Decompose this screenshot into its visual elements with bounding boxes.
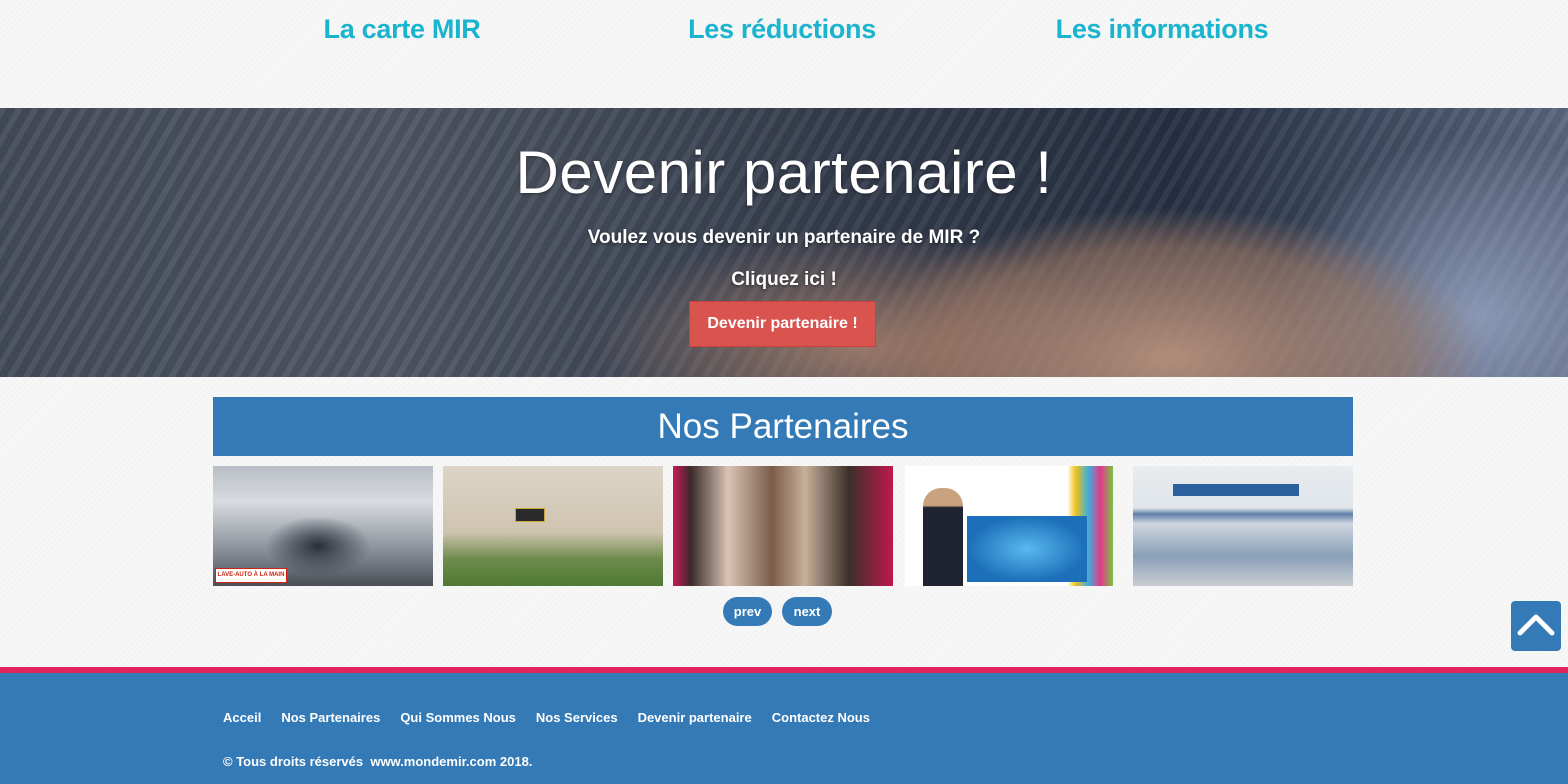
partner-image-hotel[interactable]	[443, 466, 663, 586]
hero-cta-text: Cliquez ici !	[731, 269, 837, 290]
poster-brain-graphic	[967, 516, 1087, 582]
hero-banner: Devenir partenaire ! Voulez vous devenir…	[0, 108, 1568, 377]
footer-nav: Acceil Nos Partenaires Qui Sommes Nous N…	[223, 710, 870, 725]
footer-link-accueil[interactable]: Acceil	[223, 710, 261, 725]
hero-title: Devenir partenaire !	[515, 139, 1053, 206]
footer-link-qui-sommes-nous[interactable]: Qui Sommes Nous	[400, 710, 516, 725]
link-les-informations[interactable]: Les informations	[1056, 14, 1269, 45]
footer-link-partenaires[interactable]: Nos Partenaires	[281, 710, 380, 725]
partner-image-laboratory[interactable]	[1133, 466, 1353, 586]
become-partner-button[interactable]: Devenir partenaire !	[689, 301, 876, 347]
site-footer: Acceil Nos Partenaires Qui Sommes Nous N…	[0, 667, 1568, 784]
hero-subtitle: Voulez vous devenir un partenaire de MIR…	[587, 227, 981, 248]
carousel-next-button[interactable]: next	[782, 597, 832, 626]
partner-image-clothing-store[interactable]	[673, 466, 893, 586]
link-la-carte-mir[interactable]: La carte MIR	[324, 14, 481, 45]
link-les-reductions[interactable]: Les réductions	[688, 14, 876, 45]
partner-logo-badge: LAVE-AUTO À LA MAIN	[215, 568, 287, 583]
partner-image-car-wash[interactable]: LAVE-AUTO À LA MAIN	[213, 466, 433, 586]
copyright-text: © Tous droits réservés www.mondemir.com …	[223, 754, 533, 769]
laboratory-sign	[1173, 484, 1299, 496]
chevron-up-icon	[1517, 614, 1555, 636]
poster-person	[923, 488, 963, 586]
scroll-to-top-button[interactable]	[1511, 601, 1561, 651]
partners-heading: Nos Partenaires	[213, 397, 1353, 456]
footer-link-devenir-partenaire[interactable]: Devenir partenaire	[638, 710, 752, 725]
feature-links-nav: La carte MIR Les réductions Les informat…	[0, 0, 1568, 108]
carousel-prev-button[interactable]: prev	[723, 597, 772, 626]
footer-link-services[interactable]: Nos Services	[536, 710, 618, 725]
partner-image-training-poster[interactable]	[905, 466, 1113, 586]
hotel-sign	[515, 508, 545, 522]
footer-link-contact[interactable]: Contactez Nous	[772, 710, 870, 725]
